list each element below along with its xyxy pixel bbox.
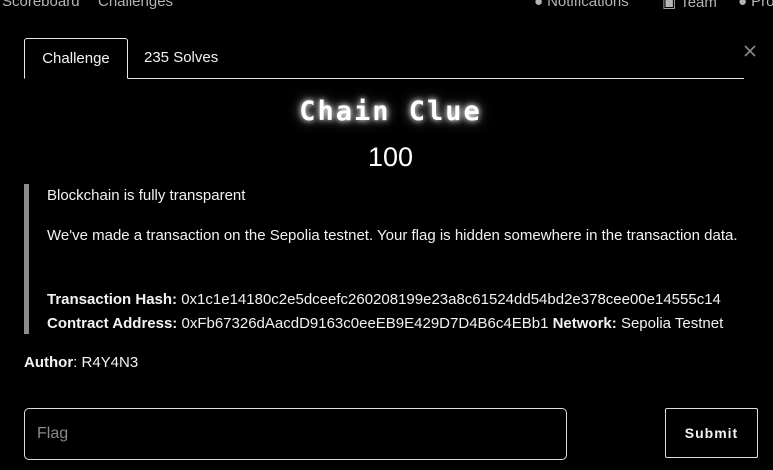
nav-team-link[interactable]: ▣ Team: [662, 0, 717, 11]
user-icon: ●: [738, 0, 748, 10]
transaction-hash-label: Transaction Hash:: [47, 291, 178, 308]
description-info: Transaction Hash: 0x1c1e14180c2e5dceefc2…: [47, 288, 773, 336]
submit-button[interactable]: Submit: [665, 408, 758, 458]
close-button[interactable]: [741, 42, 759, 60]
transaction-hash-row: Transaction Hash: 0x1c1e14180c2e5dceefc2…: [47, 288, 773, 312]
transaction-hash-value: 0x1c1e14180c2e5dceefc260208199e23a8c6152…: [177, 291, 721, 308]
nav-notifications-link[interactable]: ● Notifications: [534, 0, 629, 10]
tab-solves[interactable]: 235 Solves: [144, 38, 218, 78]
nav-notifications-label: Notifications: [547, 0, 629, 10]
challenge-modal: Challenge 235 Solves Chain Clue 100 Bloc…: [0, 14, 773, 470]
network-value: Sepolia Testnet: [616, 315, 724, 332]
author-label: Author: [24, 354, 74, 371]
close-icon: [744, 45, 756, 57]
challenge-title: Chain Clue: [299, 96, 482, 127]
team-icon: ▣: [662, 0, 677, 11]
description-details: We've made a transaction on the Sepolia …: [47, 227, 738, 244]
nav-challenges-link[interactable]: Challenges: [98, 0, 173, 10]
nav-profile-link[interactable]: ●Profile: [738, 0, 773, 10]
flag-input[interactable]: [24, 408, 567, 460]
contract-address-label: Contract Address:: [47, 315, 178, 332]
challenge-description: Blockchain is fully transparent We've ma…: [24, 184, 764, 334]
challenge-points: 100: [367, 142, 414, 172]
nav-team-label: Team: [680, 0, 717, 11]
page: Scoreboard Challenges ● Notifications ▣ Te…: [0, 0, 773, 470]
tab-challenge[interactable]: Challenge: [24, 38, 128, 79]
description-summary: Blockchain is fully transparent: [47, 187, 246, 204]
bell-icon: ●: [534, 0, 544, 10]
network-label: Network:: [552, 315, 617, 332]
challenge-author: Author: R4Y4N3: [24, 354, 138, 371]
nav-profile-label: Profile: [751, 0, 773, 10]
nav-scoreboard-link[interactable]: Scoreboard: [2, 0, 80, 10]
author-value: : R4Y4N3: [73, 354, 139, 371]
contract-network-row: Contract Address: 0xFb67326dAacdD9163c0e…: [47, 312, 773, 336]
contract-address-value: 0xFb67326dAacdD9163c0eeEB9E429D7D4B6c4EB…: [177, 315, 553, 332]
top-navbar: Scoreboard Challenges ● Notifications ▣ Te…: [0, 0, 773, 14]
modal-tabs: Challenge 235 Solves: [24, 38, 744, 79]
